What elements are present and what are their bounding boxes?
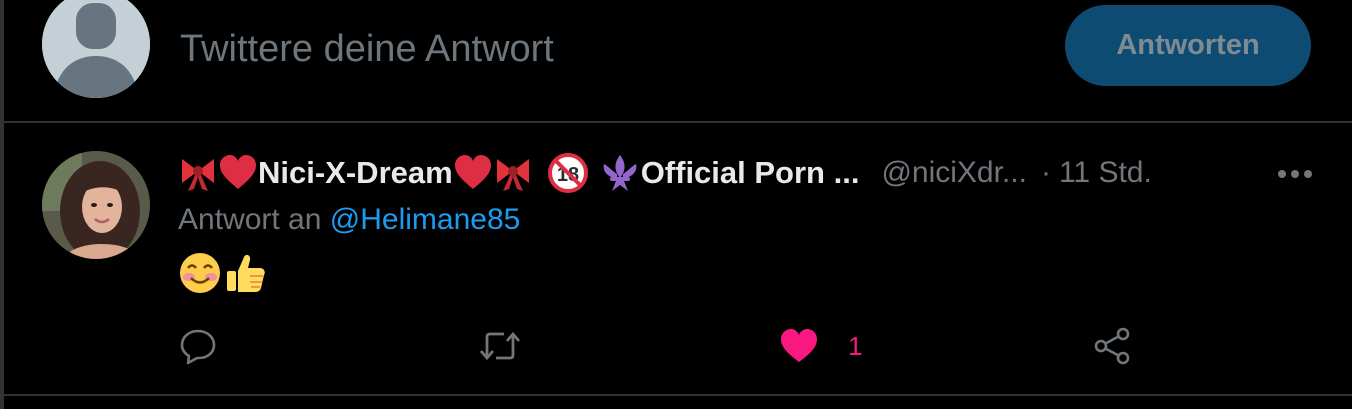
bottom-divider: [0, 394, 1352, 396]
timeline-left-border: [0, 0, 4, 409]
red-heart-icon: [454, 155, 491, 189]
thumbs-up-icon: [227, 254, 265, 292]
share-action-button[interactable]: [1094, 326, 1132, 366]
retweet-action-button[interactable]: [478, 326, 522, 366]
reply-mention-link[interactable]: @Helimane85: [330, 203, 521, 236]
ribbon-icon: [182, 159, 214, 191]
tweet-header: Nici-X-Dream 18 Official Porn ... @niciX…: [178, 150, 1268, 196]
more-options-button[interactable]: [1272, 158, 1318, 190]
default-profile-icon: [42, 0, 150, 98]
tweet-timestamp[interactable]: 11 Std.: [1059, 156, 1152, 190]
like-count: 1: [848, 330, 863, 361]
fleur-de-lis-icon: [603, 155, 637, 191]
user-avatar[interactable]: [42, 151, 150, 259]
separator-dot: ·: [1040, 156, 1051, 189]
ribbon-icon: [496, 159, 529, 191]
reply-action-button[interactable]: [179, 326, 217, 366]
share-icon: [1094, 327, 1130, 365]
no-under-eighteen-icon: 18: [547, 153, 588, 193]
comment-icon: [180, 329, 216, 365]
display-name[interactable]: Nici-X-Dream: [258, 155, 453, 191]
tweet-text: [178, 251, 268, 295]
reply-context: Antwort an @Helimane85: [178, 203, 520, 237]
default-avatar[interactable]: [42, 0, 150, 98]
red-heart-icon: [220, 155, 256, 189]
display-name-tail[interactable]: Official Porn ...: [641, 155, 860, 191]
heart-filled-icon: [781, 329, 817, 362]
like-action-button[interactable]: 1: [780, 326, 862, 366]
section-divider: [4, 121, 1352, 123]
profile-photo-icon: [42, 151, 150, 259]
smiling-face-icon: [180, 253, 220, 293]
user-handle[interactable]: @niciXdr...: [881, 156, 1027, 190]
retweet-icon: [479, 331, 521, 361]
reply-input[interactable]: [180, 24, 1020, 74]
reply-prefix: Antwort an: [178, 203, 322, 236]
reply-submit-button[interactable]: Antworten: [1065, 5, 1311, 86]
more-dots-icon: [1278, 170, 1312, 178]
